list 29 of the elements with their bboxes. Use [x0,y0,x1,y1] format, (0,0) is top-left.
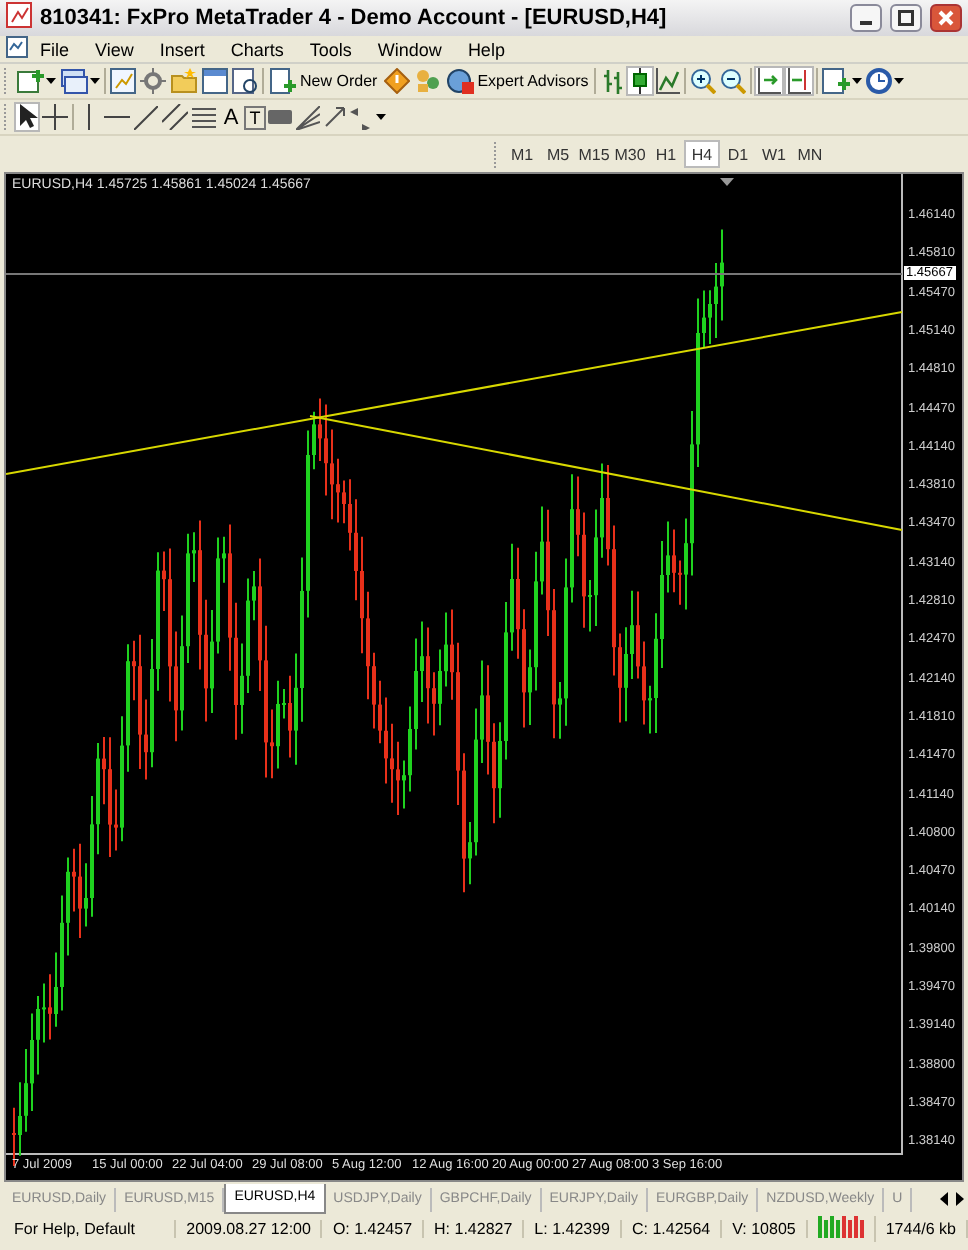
status-text: 2009.08.27 12:00 [176,1219,323,1237]
menu-item[interactable]: Insert [147,39,219,59]
timeframe-button[interactable]: W1 [756,140,792,168]
status-text: L: 1.42399 [524,1219,622,1237]
menu-item[interactable]: Help [455,39,519,59]
timeframe-button[interactable]: D1 [720,140,756,168]
timeframe-button[interactable]: H4 [684,140,720,168]
menu-item[interactable]: View [83,39,148,59]
text-tool-button[interactable]: A [218,102,244,132]
status-text: 1744/6 kb [875,1219,968,1237]
timeframe-button[interactable]: M5 [540,140,576,168]
status-text: For Help, Default [4,1219,177,1237]
status-text: H: 1.42827 [424,1219,525,1237]
new-order-button[interactable]: New Order [266,66,382,96]
window-title: 810341: FxPro MetaTrader 4 - Demo Account - [EURUSD,H4] [40,6,669,30]
expert-advisors-button[interactable]: Expert Advisors [441,66,593,96]
status-text: C: 1.42564 [621,1219,723,1237]
timeframe-button[interactable]: M1 [504,140,540,168]
timeframe-button[interactable]: MN [792,140,828,168]
menu-item[interactable]: Tools [297,39,366,59]
status-text: V: 10805 [722,1219,808,1237]
timeframe-button[interactable]: H1 [648,140,684,168]
status-text: O: 1.42457 [322,1219,425,1237]
menu-item[interactable]: Window [365,39,456,59]
timeframe-button[interactable]: M15 [576,140,612,168]
label-tool-button[interactable]: T [244,105,266,129]
menu-item[interactable]: File [28,39,84,59]
menu-item[interactable]: Charts [218,39,298,59]
timeframe-button[interactable]: M30 [612,140,648,168]
